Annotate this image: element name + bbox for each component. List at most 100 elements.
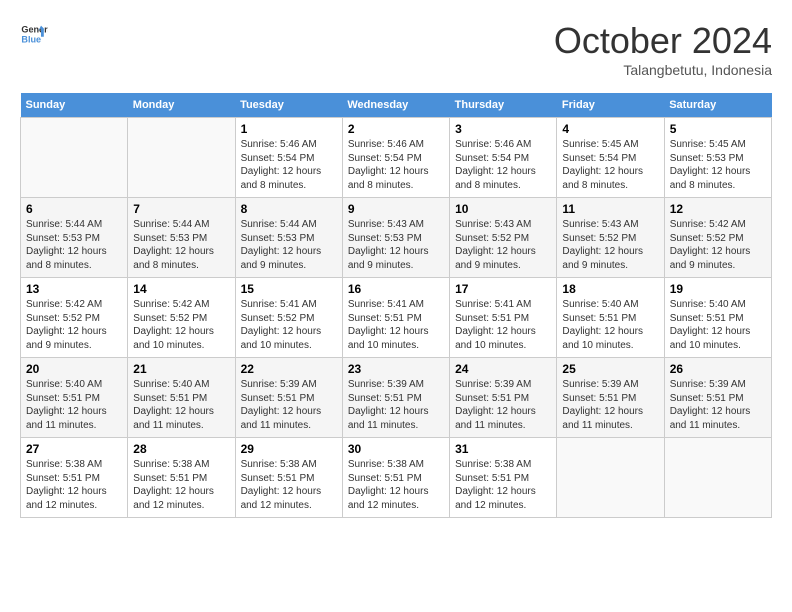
day-info: Sunrise: 5:44 AM Sunset: 5:53 PM Dayligh…: [26, 218, 122, 272]
day-info: Sunrise: 5:44 AM Sunset: 5:53 PM Dayligh…: [133, 218, 229, 272]
day-number: 29: [241, 442, 337, 456]
day-info: Sunrise: 5:40 AM Sunset: 5:51 PM Dayligh…: [133, 378, 229, 432]
calendar-cell: 28 Sunrise: 5:38 AM Sunset: 5:51 PM Dayli…: [128, 438, 235, 518]
day-info: Sunrise: 5:39 AM Sunset: 5:51 PM Dayligh…: [670, 378, 766, 432]
calendar-cell: 29 Sunrise: 5:38 AM Sunset: 5:51 PM Dayli…: [235, 438, 342, 518]
header-sunday: Sunday: [21, 93, 128, 118]
day-info: Sunrise: 5:38 AM Sunset: 5:51 PM Dayligh…: [133, 458, 229, 512]
day-info: Sunrise: 5:40 AM Sunset: 5:51 PM Dayligh…: [670, 298, 766, 352]
calendar-cell: 11 Sunrise: 5:43 AM Sunset: 5:52 PM Dayli…: [557, 198, 664, 278]
calendar-cell: 12Sunrise: 5:42 AM Sunset: 5:52 PM Dayli…: [664, 198, 771, 278]
calendar-cell: 20Sunrise: 5:40 AM Sunset: 5:51 PM Dayli…: [21, 358, 128, 438]
day-number: 26: [670, 362, 766, 376]
calendar-week-3: 13Sunrise: 5:42 AM Sunset: 5:52 PM Dayli…: [21, 278, 772, 358]
calendar-cell: 31Sunrise: 5:38 AM Sunset: 5:51 PM Dayli…: [450, 438, 557, 518]
calendar-cell: 4 Sunrise: 5:45 AM Sunset: 5:54 PM Daylig…: [557, 118, 664, 198]
day-info: Sunrise: 5:39 AM Sunset: 5:51 PM Dayligh…: [241, 378, 337, 432]
header-thursday: Thursday: [450, 93, 557, 118]
svg-text:Blue: Blue: [21, 34, 41, 44]
day-info: Sunrise: 5:46 AM Sunset: 5:54 PM Dayligh…: [455, 138, 551, 192]
day-info: Sunrise: 5:41 AM Sunset: 5:52 PM Dayligh…: [241, 298, 337, 352]
day-number: 19: [670, 282, 766, 296]
day-number: 16: [348, 282, 444, 296]
header-wednesday: Wednesday: [342, 93, 449, 118]
calendar-cell: [128, 118, 235, 198]
calendar-cell: 6 Sunrise: 5:44 AM Sunset: 5:53 PM Daylig…: [21, 198, 128, 278]
day-info: Sunrise: 5:43 AM Sunset: 5:52 PM Dayligh…: [562, 218, 658, 272]
day-info: Sunrise: 5:43 AM Sunset: 5:52 PM Dayligh…: [455, 218, 551, 272]
day-number: 10: [455, 202, 551, 216]
calendar-week-5: 27 Sunrise: 5:38 AM Sunset: 5:51 PM Dayli…: [21, 438, 772, 518]
day-number: 27: [26, 442, 122, 456]
calendar-week-1: 1 Sunrise: 5:46 AM Sunset: 5:54 PM Daylig…: [21, 118, 772, 198]
day-info: Sunrise: 5:38 AM Sunset: 5:51 PM Dayligh…: [455, 458, 551, 512]
svg-text:General: General: [21, 25, 48, 35]
header-friday: Friday: [557, 93, 664, 118]
day-info: Sunrise: 5:39 AM Sunset: 5:51 PM Dayligh…: [455, 378, 551, 432]
day-number: 24: [455, 362, 551, 376]
header-monday: Monday: [128, 93, 235, 118]
day-info: Sunrise: 5:39 AM Sunset: 5:51 PM Dayligh…: [348, 378, 444, 432]
month-title: October 2024: [554, 20, 772, 62]
day-number: 3: [455, 122, 551, 136]
day-info: Sunrise: 5:45 AM Sunset: 5:53 PM Dayligh…: [670, 138, 766, 192]
page-header: General Blue October 2024 Talangbetutu, …: [20, 20, 772, 78]
calendar-cell: 17 Sunrise: 5:41 AM Sunset: 5:51 PM Dayli…: [450, 278, 557, 358]
calendar-cell: 16 Sunrise: 5:41 AM Sunset: 5:51 PM Dayli…: [342, 278, 449, 358]
header-saturday: Saturday: [664, 93, 771, 118]
day-number: 28: [133, 442, 229, 456]
calendar-cell: 3 Sunrise: 5:46 AM Sunset: 5:54 PM Daylig…: [450, 118, 557, 198]
day-number: 15: [241, 282, 337, 296]
day-number: 4: [562, 122, 658, 136]
day-info: Sunrise: 5:46 AM Sunset: 5:54 PM Dayligh…: [241, 138, 337, 192]
day-info: Sunrise: 5:38 AM Sunset: 5:51 PM Dayligh…: [348, 458, 444, 512]
calendar-cell: 22 Sunrise: 5:39 AM Sunset: 5:51 PM Dayli…: [235, 358, 342, 438]
day-number: 6: [26, 202, 122, 216]
calendar-cell: 14 Sunrise: 5:42 AM Sunset: 5:52 PM Dayli…: [128, 278, 235, 358]
calendar-week-4: 20 Sunrise: 5:40 AM Sunset: 5:51 PM Dayli…: [21, 358, 772, 438]
day-number: 9: [348, 202, 444, 216]
calendar-cell: 24 Sunrise: 5:39 AM Sunset: 5:51 PM Dayli…: [450, 358, 557, 438]
calendar-cell: 23Sunrise: 5:39 AM Sunset: 5:51 PM Dayli…: [342, 358, 449, 438]
day-number: 12: [670, 202, 766, 216]
day-number: 8: [241, 202, 337, 216]
calendar-cell: 8Sunrise: 5:44 AM Sunset: 5:53 PM Daylig…: [235, 198, 342, 278]
day-number: 1: [241, 122, 337, 136]
day-info: Sunrise: 5:38 AM Sunset: 5:51 PM Dayligh…: [26, 458, 122, 512]
location-subtitle: Talangbetutu, Indonesia: [554, 62, 772, 78]
calendar-cell: 2Sunrise: 5:46 AM Sunset: 5:54 PM Daylig…: [342, 118, 449, 198]
calendar-cell: [557, 438, 664, 518]
day-info: Sunrise: 5:41 AM Sunset: 5:51 PM Dayligh…: [455, 298, 551, 352]
calendar-cell: 21 Sunrise: 5:40 AM Sunset: 5:51 PM Dayli…: [128, 358, 235, 438]
day-number: 11: [562, 202, 658, 216]
day-number: 22: [241, 362, 337, 376]
day-number: 20: [26, 362, 122, 376]
day-info: Sunrise: 5:43 AM Sunset: 5:53 PM Dayligh…: [348, 218, 444, 272]
calendar-cell: [664, 438, 771, 518]
day-number: 2: [348, 122, 444, 136]
calendar-cell: 10 Sunrise: 5:43 AM Sunset: 5:52 PM Dayli…: [450, 198, 557, 278]
calendar-header-row: SundayMondayTuesdayWednesdayThursdayFrid…: [21, 93, 772, 118]
day-info: Sunrise: 5:45 AM Sunset: 5:54 PM Dayligh…: [562, 138, 658, 192]
day-info: Sunrise: 5:38 AM Sunset: 5:51 PM Dayligh…: [241, 458, 337, 512]
calendar-cell: 26 Sunrise: 5:39 AM Sunset: 5:51 PM Dayli…: [664, 358, 771, 438]
logo: General Blue: [20, 20, 48, 48]
calendar-cell: 9 Sunrise: 5:43 AM Sunset: 5:53 PM Daylig…: [342, 198, 449, 278]
calendar-cell: 1 Sunrise: 5:46 AM Sunset: 5:54 PM Daylig…: [235, 118, 342, 198]
day-info: Sunrise: 5:40 AM Sunset: 5:51 PM Dayligh…: [562, 298, 658, 352]
day-number: 18: [562, 282, 658, 296]
title-block: October 2024 Talangbetutu, Indonesia: [554, 20, 772, 78]
calendar-cell: 13Sunrise: 5:42 AM Sunset: 5:52 PM Dayli…: [21, 278, 128, 358]
day-number: 14: [133, 282, 229, 296]
calendar-cell: 18 Sunrise: 5:40 AM Sunset: 5:51 PM Dayli…: [557, 278, 664, 358]
day-number: 21: [133, 362, 229, 376]
calendar-cell: 19 Sunrise: 5:40 AM Sunset: 5:51 PM Dayli…: [664, 278, 771, 358]
day-info: Sunrise: 5:42 AM Sunset: 5:52 PM Dayligh…: [133, 298, 229, 352]
calendar-cell: 15 Sunrise: 5:41 AM Sunset: 5:52 PM Dayli…: [235, 278, 342, 358]
day-info: Sunrise: 5:41 AM Sunset: 5:51 PM Dayligh…: [348, 298, 444, 352]
day-number: 25: [562, 362, 658, 376]
calendar-cell: 7Sunrise: 5:44 AM Sunset: 5:53 PM Daylig…: [128, 198, 235, 278]
calendar-cell: 30Sunrise: 5:38 AM Sunset: 5:51 PM Dayli…: [342, 438, 449, 518]
day-number: 17: [455, 282, 551, 296]
logo-icon: General Blue: [20, 20, 48, 48]
